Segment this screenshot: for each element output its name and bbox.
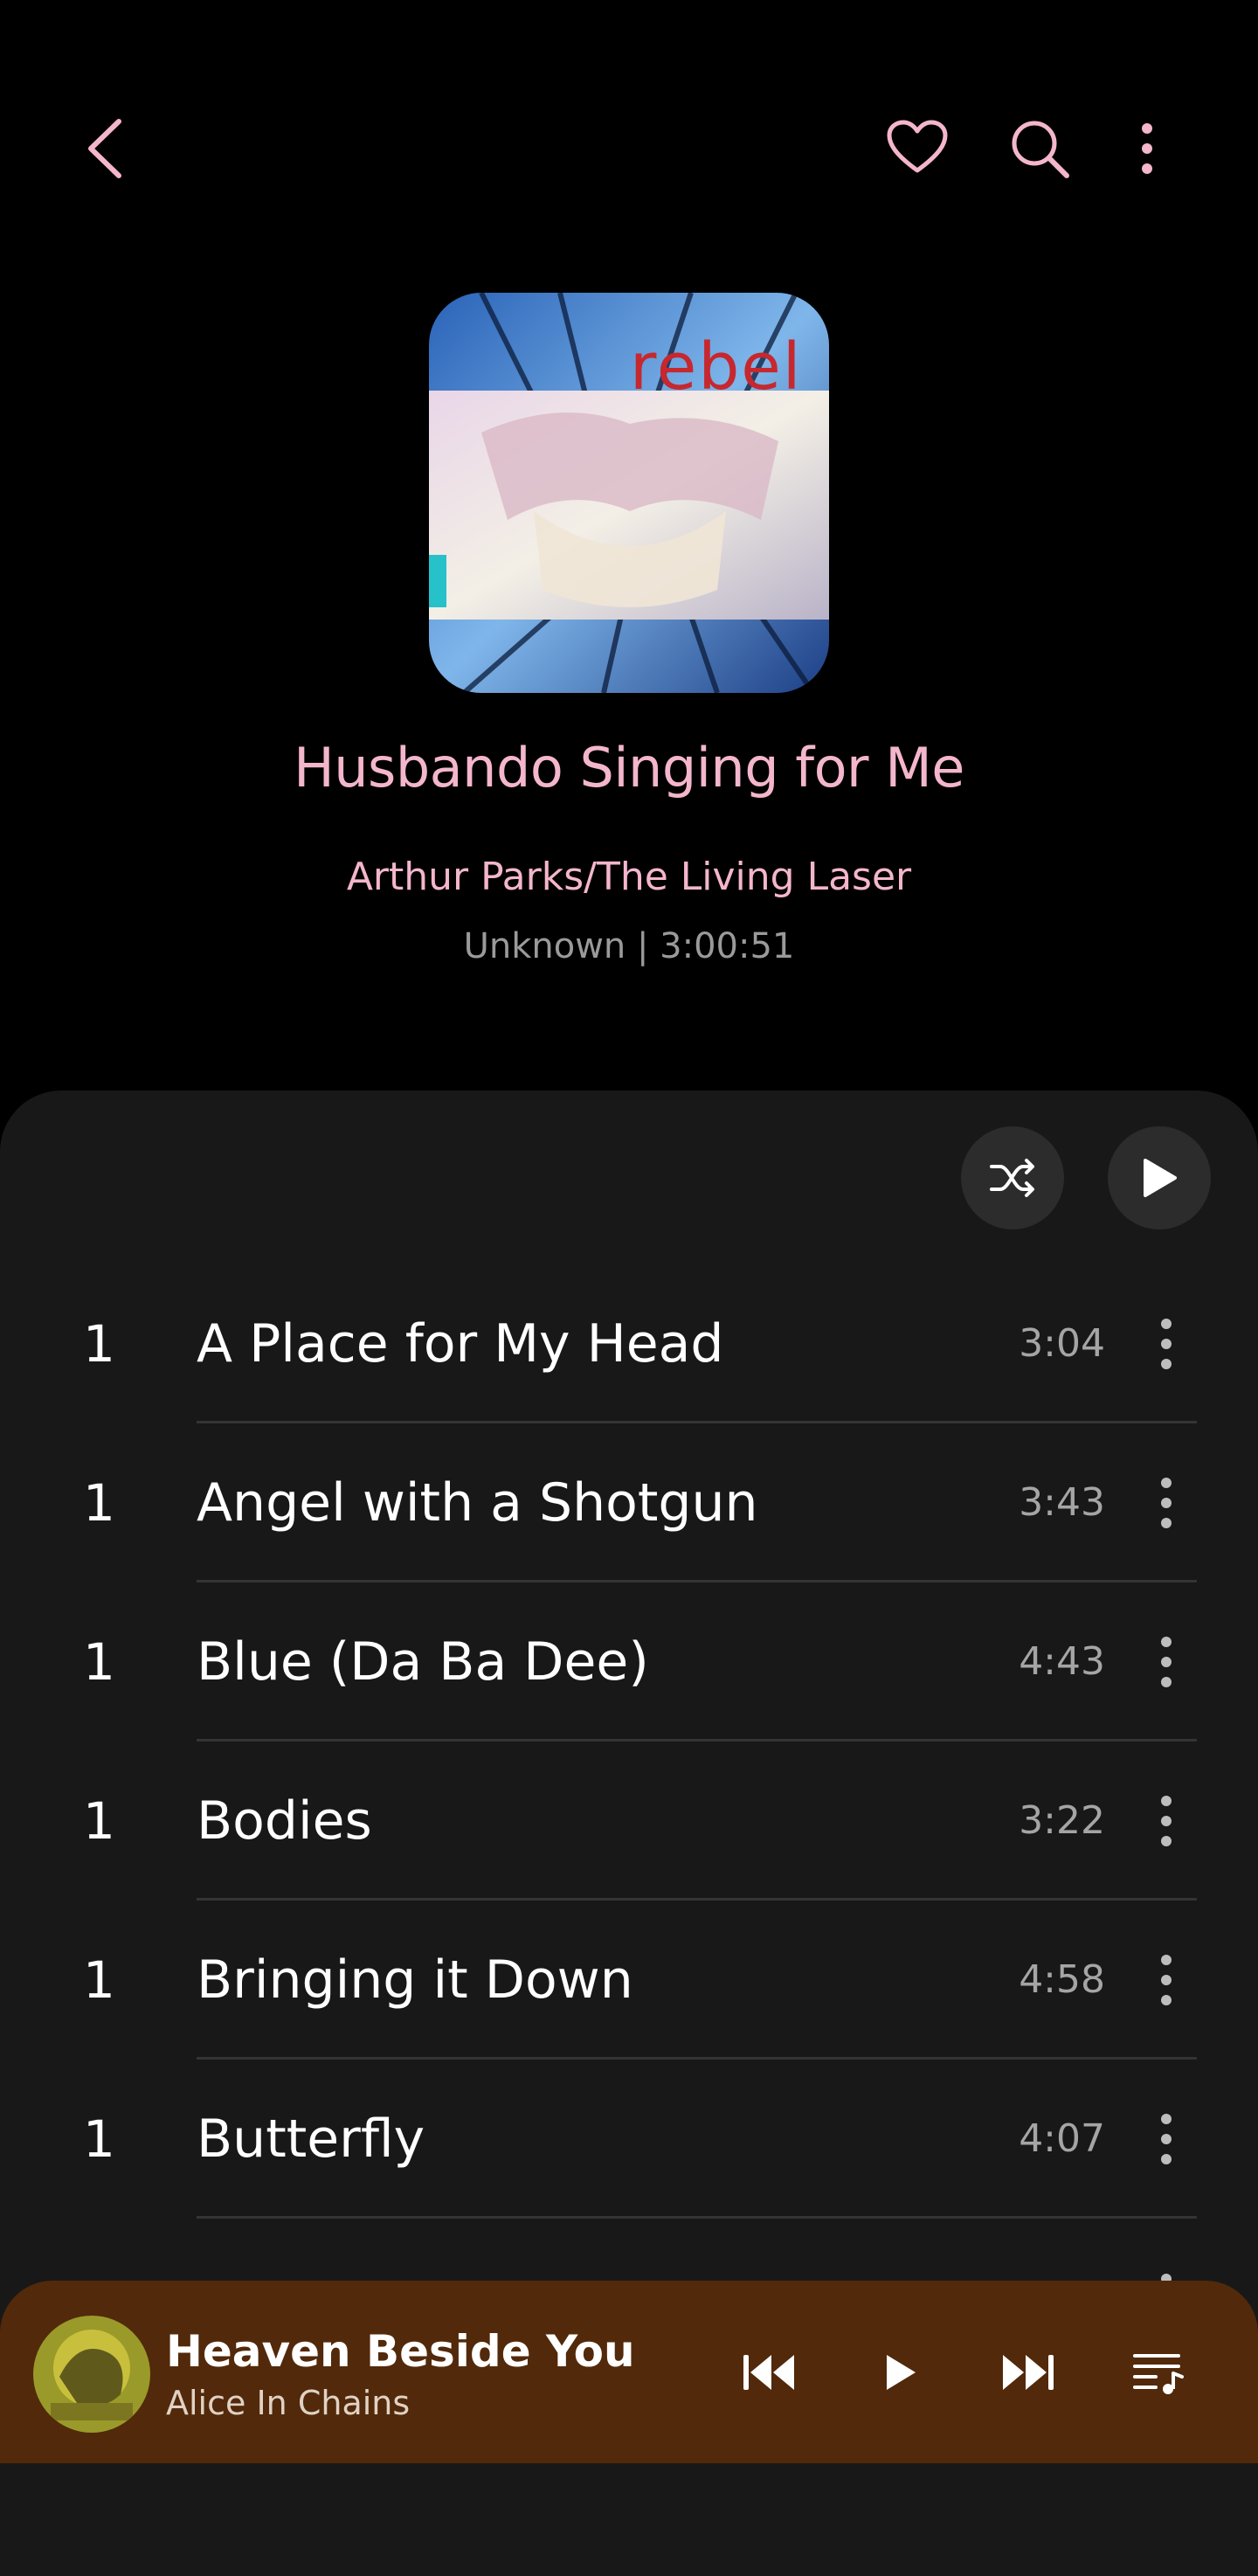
- heart-icon: [887, 120, 948, 173]
- search-icon: [1012, 121, 1069, 178]
- mini-player-album-art[interactable]: [33, 2316, 150, 2433]
- track-title: Angel with a Shotgun: [197, 1472, 758, 1534]
- list-item[interactable]: 1 Butterfly 4:07: [0, 2060, 1258, 2219]
- top-bar: [0, 0, 1258, 297]
- shuffle-button[interactable]: [961, 1126, 1064, 1229]
- track-title: Blue (Da Ba Dee): [197, 1631, 649, 1693]
- previous-button[interactable]: [730, 2333, 809, 2412]
- play-icon: [1144, 1159, 1177, 1197]
- search-button[interactable]: [1000, 109, 1079, 188]
- track-duration: 4:58: [1019, 1957, 1105, 2002]
- track-number: 1: [83, 1632, 115, 1692]
- track-menu-button[interactable]: [1149, 2109, 1184, 2170]
- album-title: Husbando Singing for Me: [294, 736, 964, 800]
- more-vertical-icon: [1161, 1637, 1172, 1687]
- album-cover-text: rebel: [630, 329, 802, 405]
- list-item[interactable]: 1 A Place for My Head 3:04: [0, 1264, 1258, 1423]
- more-vertical-icon: [1141, 123, 1152, 174]
- more-vertical-icon: [1161, 2114, 1172, 2164]
- more-options-button[interactable]: [1123, 109, 1171, 188]
- list-item[interactable]: 1 Angel with a Shotgun 3:43: [0, 1423, 1258, 1582]
- list-item[interactable]: 1 Bodies 3:22: [0, 1742, 1258, 1901]
- track-number: 1: [83, 1791, 115, 1851]
- track-duration: 3:43: [1019, 1480, 1105, 1525]
- track-number: 1: [83, 1314, 115, 1374]
- album-art: rebel: [429, 293, 829, 693]
- list-item[interactable]: 1 Bringing it Down 4:58: [0, 1901, 1258, 2060]
- more-vertical-icon: [1161, 1319, 1172, 1369]
- track-title: Bringing it Down: [197, 1949, 633, 2011]
- back-button[interactable]: [70, 105, 140, 192]
- track-number: 1: [83, 1950, 115, 2010]
- skip-previous-icon: [743, 2355, 794, 2390]
- track-duration: 4:43: [1019, 1639, 1105, 1684]
- queue-button[interactable]: [1118, 2333, 1197, 2412]
- more-vertical-icon: [1161, 1796, 1172, 1846]
- track-title: A Place for My Head: [197, 1313, 724, 1375]
- track-title: Bodies: [197, 1790, 372, 1852]
- track-duration: 3:22: [1019, 1798, 1105, 1843]
- album-meta: Unknown | 3:00:51: [463, 926, 795, 966]
- track-duration: 4:07: [1019, 2116, 1105, 2161]
- favorite-button[interactable]: [878, 112, 957, 182]
- next-button[interactable]: [988, 2333, 1067, 2412]
- track-number: 1: [83, 2109, 115, 2169]
- list-item[interactable]: 1 Blue (Da Ba Dee) 4:43: [0, 1582, 1258, 1742]
- mini-player[interactable]: Heaven Beside You Alice In Chains: [0, 2281, 1258, 2463]
- track-menu-button[interactable]: [1149, 1949, 1184, 2011]
- shuffle-icon: [990, 1159, 1034, 1197]
- mini-player-title: Heaven Beside You: [166, 2326, 635, 2377]
- mini-play-button[interactable]: [861, 2333, 940, 2412]
- album-artist[interactable]: Arthur Parks/The Living Laser: [0, 855, 1258, 899]
- skip-next-icon: [1003, 2355, 1054, 2390]
- queue-music-icon: [1133, 2354, 1184, 2394]
- play-icon: [887, 2355, 916, 2390]
- track-duration: 3:04: [1019, 1321, 1105, 1366]
- more-vertical-icon: [1161, 1955, 1172, 2005]
- track-title: Butterfly: [197, 2109, 425, 2170]
- track-menu-button[interactable]: [1149, 1313, 1184, 1375]
- track-number: 1: [83, 1473, 115, 1533]
- track-menu-button[interactable]: [1149, 1631, 1184, 1693]
- back-chevron-icon: [88, 119, 121, 178]
- track-menu-button[interactable]: [1149, 1790, 1184, 1852]
- row-divider: [197, 2216, 1197, 2219]
- track-menu-button[interactable]: [1149, 1472, 1184, 1534]
- more-vertical-icon: [1161, 1478, 1172, 1528]
- play-all-button[interactable]: [1108, 1126, 1211, 1229]
- mini-player-artist: Alice In Chains: [166, 2384, 411, 2422]
